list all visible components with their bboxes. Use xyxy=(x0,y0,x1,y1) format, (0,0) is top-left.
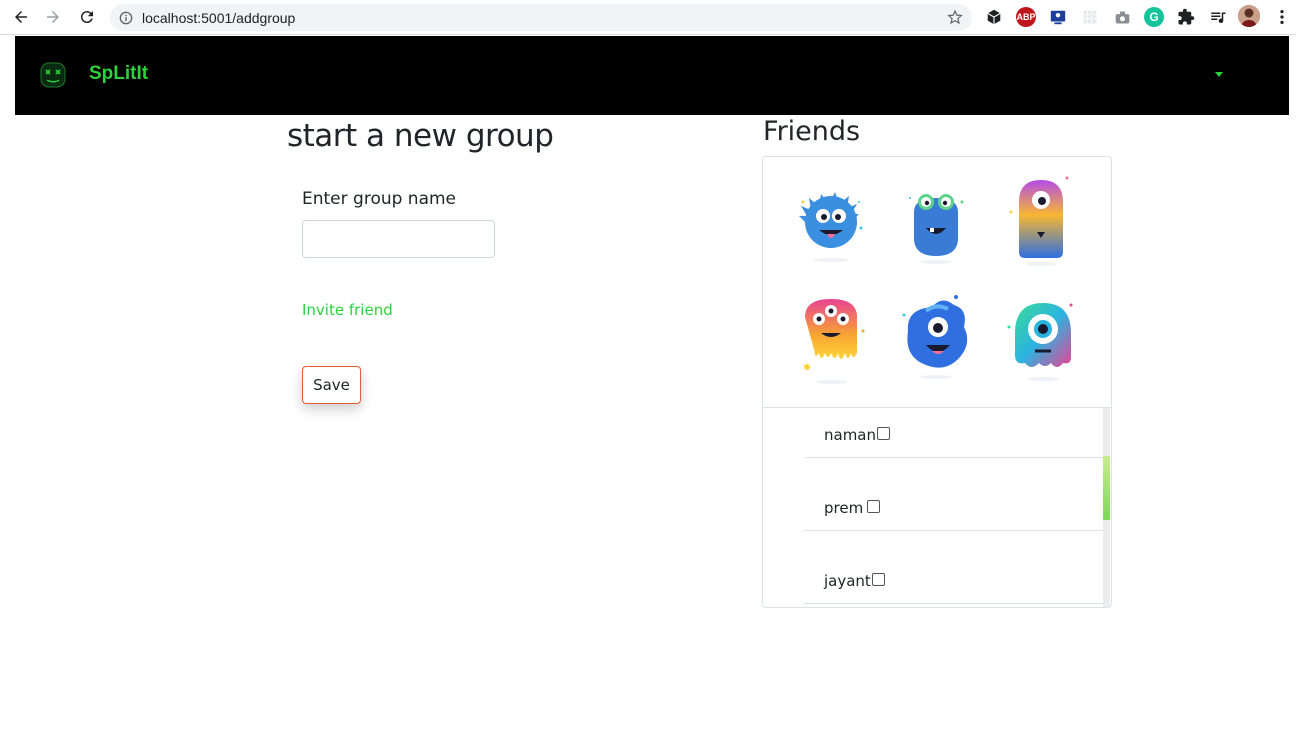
friends-card: naman prem jayant xyxy=(762,156,1112,608)
browser-toolbar: localhost:5001/addgroup ABP G xyxy=(0,0,1296,35)
friend-row: jayant xyxy=(804,554,1104,604)
playlist-icon[interactable] xyxy=(1208,7,1228,27)
group-name-input[interactable] xyxy=(302,220,495,258)
app-navbar: SpLitIt xyxy=(15,36,1289,115)
back-icon[interactable] xyxy=(8,4,34,30)
friend-row: prem xyxy=(804,481,1104,531)
group-name-label: Enter group name xyxy=(302,189,457,209)
friend-row: naman xyxy=(804,408,1104,458)
screen-icon[interactable] xyxy=(1048,7,1068,27)
one-eyed-tall-monster-image xyxy=(1009,176,1069,266)
page-title: start a new group xyxy=(287,118,554,154)
info-icon[interactable] xyxy=(119,11,133,25)
url-text[interactable]: localhost:5001/addgroup xyxy=(142,10,295,26)
puzzle-icon[interactable] xyxy=(1176,7,1196,27)
friends-list[interactable]: naman prem jayant xyxy=(763,407,1111,607)
brand-name[interactable]: SpLitIt xyxy=(89,63,148,85)
avatar-icon[interactable] xyxy=(1238,5,1260,27)
cube-icon[interactable] xyxy=(984,7,1004,27)
camera-icon[interactable] xyxy=(1112,7,1132,27)
address-bar[interactable]: localhost:5001/addgroup xyxy=(110,4,972,31)
grammarly-label: G xyxy=(1149,10,1159,24)
friend-name: naman xyxy=(824,426,877,444)
menu-dots-icon[interactable] xyxy=(1272,7,1292,27)
blue-blob-monster-image xyxy=(902,295,968,379)
grid-icon[interactable] xyxy=(1080,7,1100,27)
pink-three-eyed-monster-image xyxy=(801,297,865,384)
bookmark-star-icon[interactable] xyxy=(947,9,963,25)
friends-title: Friends xyxy=(763,116,861,147)
scrollbar-thumb[interactable] xyxy=(1103,456,1110,520)
green-big-eye-monster-image xyxy=(1007,303,1073,381)
adblock-label: ABP xyxy=(1016,12,1036,22)
adblock-icon[interactable]: ABP xyxy=(1016,7,1036,27)
green-eyed-monster-image xyxy=(909,194,964,264)
blue-spiky-monster-image xyxy=(799,192,863,262)
reload-icon[interactable] xyxy=(74,4,100,30)
invite-friend-link[interactable]: Invite friend xyxy=(302,301,393,319)
friend-checkbox[interactable] xyxy=(877,427,890,440)
friends-scrollbar[interactable] xyxy=(1103,408,1110,607)
forward-icon[interactable] xyxy=(40,4,66,30)
dropdown-caret-icon[interactable] xyxy=(1215,72,1223,77)
friend-name: prem xyxy=(824,499,864,517)
friend-checkbox[interactable] xyxy=(867,500,880,513)
save-button[interactable]: Save xyxy=(302,366,361,404)
grammarly-icon[interactable]: G xyxy=(1144,7,1164,27)
friend-checkbox[interactable] xyxy=(872,573,885,586)
skull-logo-icon[interactable] xyxy=(39,61,67,89)
friend-name: jayant xyxy=(824,572,871,590)
